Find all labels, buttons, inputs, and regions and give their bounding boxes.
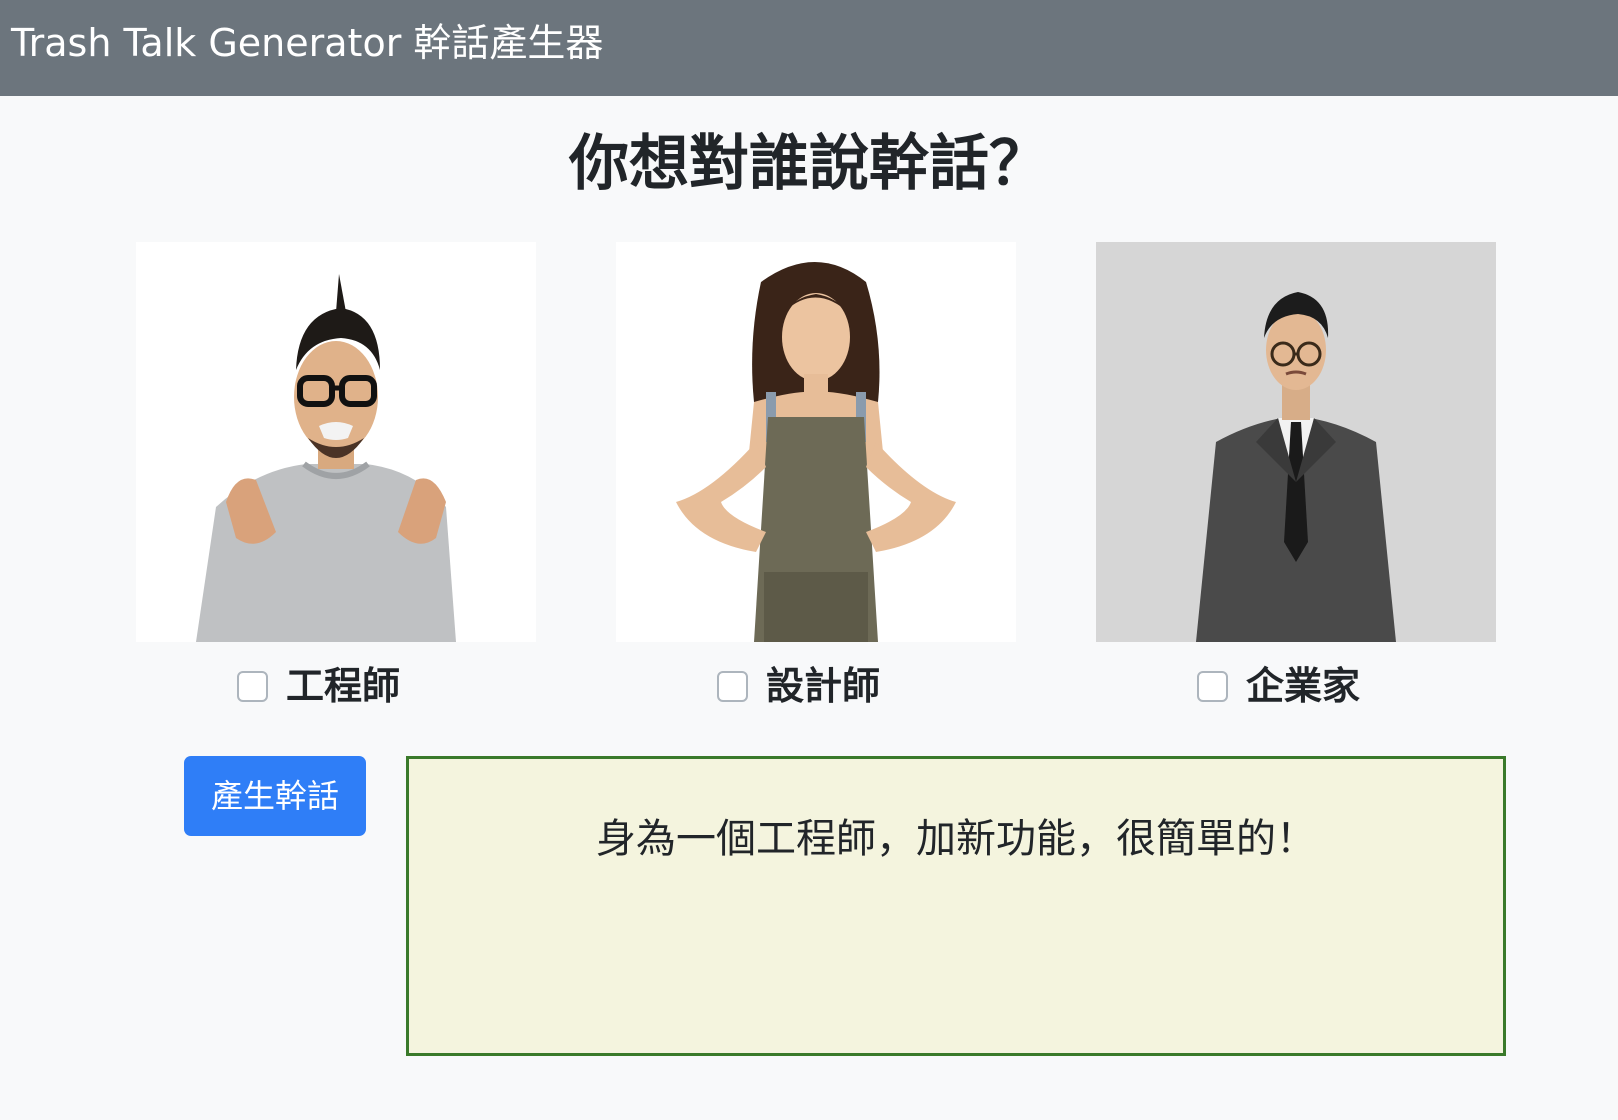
engineer-illustration <box>136 242 536 642</box>
designer-label[interactable]: 設計師 <box>766 660 880 712</box>
entrepreneur-illustration <box>1096 242 1496 642</box>
entrepreneur-label[interactable]: 企業家 <box>1246 660 1360 712</box>
option-designer[interactable]: 設計師 <box>717 660 880 712</box>
navbar-brand[interactable]: Trash Talk Generator 幹話產生器 <box>11 18 603 68</box>
result-text: 身為一個工程師，加新功能，很簡單的！ <box>596 816 1316 862</box>
navbar: Trash Talk Generator 幹話產生器 <box>0 0 1618 96</box>
engineer-label[interactable]: 工程師 <box>286 660 400 712</box>
engineer-photo[interactable] <box>136 242 536 642</box>
designer-illustration <box>616 242 1016 642</box>
designer-photo[interactable] <box>616 242 1016 642</box>
page-title: 你想對誰說幹話？ <box>569 129 1049 199</box>
generate-button[interactable]: 產生幹話 <box>184 756 366 836</box>
engineer-checkbox[interactable] <box>237 670 268 702</box>
result-box: 身為一個工程師，加新功能，很簡單的！ <box>406 756 1506 1056</box>
designer-checkbox[interactable] <box>717 670 748 702</box>
option-engineer[interactable]: 工程師 <box>237 660 400 712</box>
option-entrepreneur[interactable]: 企業家 <box>1197 660 1360 712</box>
entrepreneur-photo[interactable] <box>1096 242 1496 642</box>
entrepreneur-checkbox[interactable] <box>1197 670 1228 702</box>
